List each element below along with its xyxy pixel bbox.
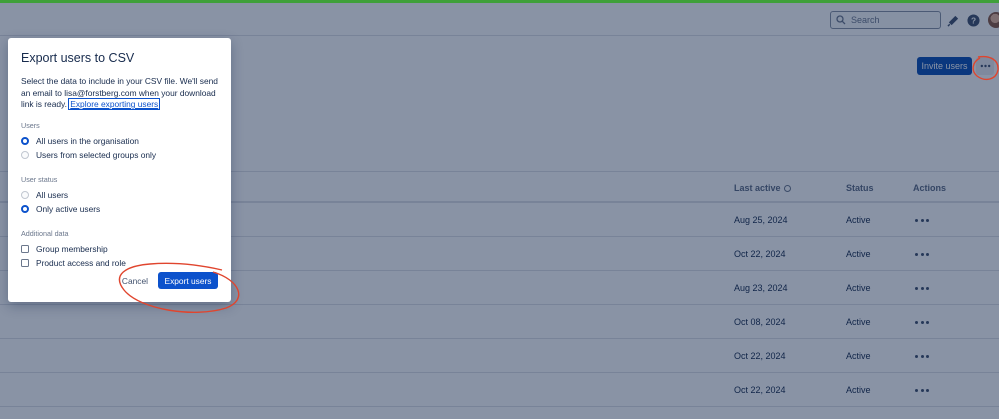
export-users-dialog: Export users to CSV Select the data to i… [8,38,231,302]
radio-selected[interactable] [21,204,29,213]
cancel-button[interactable]: Cancel [122,276,148,286]
checkbox[interactable] [21,245,29,254]
radio-all-status[interactable]: All users [21,189,218,203]
status-section-label: User status [21,174,58,184]
radio-all-users-org[interactable]: All users in the organisation [21,135,218,149]
radio-unselected[interactable] [21,150,29,159]
checkbox-group-membership[interactable]: Group membership [21,243,218,257]
export-users-button[interactable]: Export users [158,272,218,289]
additional-section-label: Additional data [21,228,69,238]
dialog-title: Export users to CSV [21,51,135,65]
radio-only-active[interactable]: Only active users [21,202,218,216]
dialog-footer: Cancel Export users [122,272,218,289]
radio-selected[interactable] [21,137,29,146]
explore-exporting-link[interactable]: Explore exporting users [68,98,161,110]
radio-selected-groups[interactable]: Users from selected groups only [21,148,218,162]
users-section-label: Users [21,120,40,130]
checkbox-product-access[interactable]: Product access and role [21,256,218,270]
dialog-description: Select the data to include in your CSV f… [21,76,218,110]
checkbox[interactable] [21,258,29,267]
radio-unselected[interactable] [21,191,29,200]
